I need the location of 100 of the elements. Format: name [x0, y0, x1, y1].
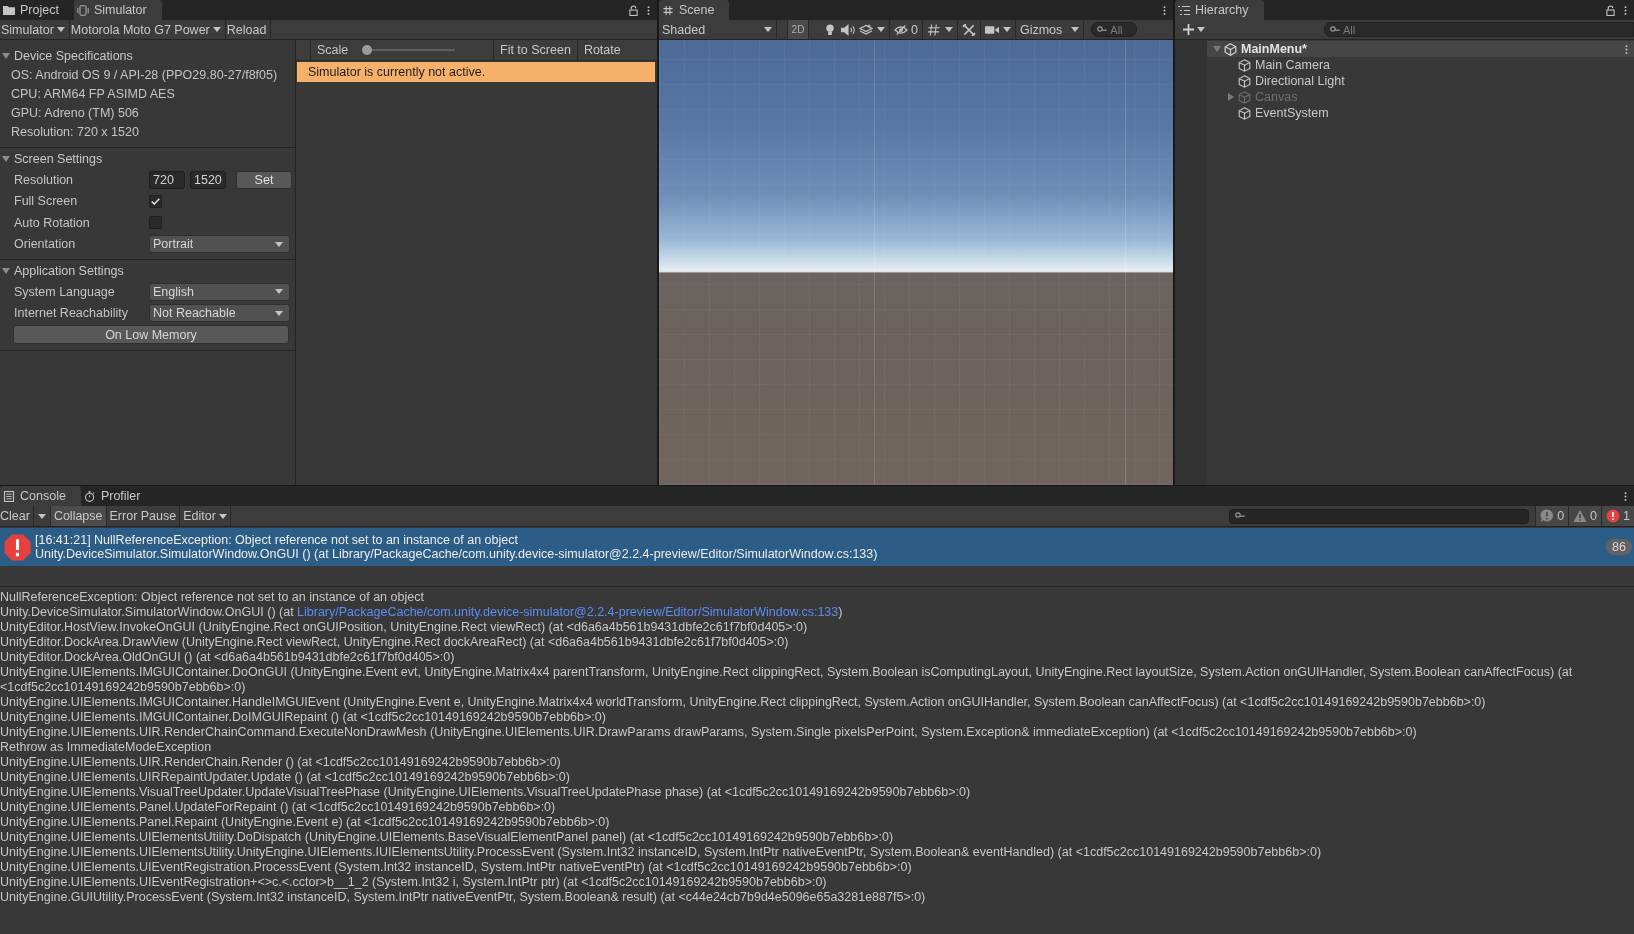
stack-trace-line: UnityEngine.UIElements.IMGUIContainer.HandleIMGUIEvent (UnityEngine.Event e, UnityEngine.Matrix4x4 worldTransform, UnityEngine.Rect clippingRect, System.Action onGUIHandler, System.Boolean canAffectFocus) (at <1cdf5c2cc10149169242b9590b7ebb6b>:0)	[0, 695, 1487, 710]
stack-trace-line: UnityEngine.UIElements.UIElementsUtility.UnityEngine.UIElements.IUIElementsUtility.ProcessEvent (System.Int32 instanceID, System.IntPtr nativeEventPtr, System.Boolean& eventHandled) (at <1cdf5c2cc10149169242b9590b7ebb6b>:0)	[0, 845, 1323, 860]
field-label: System Language	[14, 284, 116, 299]
checkmark-icon	[151, 197, 160, 205]
stack-trace-line: UnityEngine.UIElements.UIR.RenderChain.Render () (at <1cdf5c2cc10149169242b9590b7ebb6b>:0)	[0, 755, 562, 770]
caret-icon[interactable]	[1002, 27, 1011, 32]
caret-icon	[764, 27, 772, 32]
lock-icon[interactable]	[1606, 4, 1615, 16]
layers-icon[interactable]	[859, 23, 873, 36]
log-text: [16:41:21] NullReferenceException: Object reference not set to an instance of an object	[35, 533, 519, 547]
cube-icon	[1238, 58, 1251, 72]
panel-tab[interactable]: Console	[0, 486, 81, 506]
log-text: Unity.DeviceSimulator.SimulatorWindow.OnGUI () (at Library/PackageCache/com.unity.device-simulator@2.2.4-preview/Editor/SimulatorWindow.cs:133)	[35, 547, 879, 561]
clear-button[interactable]: Clear	[0, 506, 34, 526]
log-entry[interactable]	[0, 528, 1634, 566]
foldout-header[interactable]: Screen Settings	[0, 149, 295, 169]
set-button[interactable]: Set	[236, 170, 292, 189]
spec-text: Resolution: 720 x 1520	[10, 124, 140, 141]
kebab-menu-icon[interactable]	[1624, 4, 1627, 16]
warning-icon	[1573, 509, 1588, 523]
crossed-tools-icon[interactable]	[961, 23, 976, 36]
search-field[interactable]: All	[1324, 22, 1634, 37]
toolbar-button[interactable]: Fit to Screen	[493, 39, 577, 61]
kebab-menu-icon[interactable]	[1624, 490, 1627, 502]
folder-icon	[3, 4, 15, 16]
field-label: Orientation	[14, 237, 77, 252]
list-icon	[1178, 4, 1190, 16]
search-field[interactable]	[1229, 508, 1530, 524]
warning-counter[interactable]: 0	[1568, 506, 1602, 526]
dropdown[interactable]: English	[149, 282, 290, 301]
search-field[interactable]: All	[1091, 22, 1138, 37]
dropdown[interactable]: Portrait	[149, 235, 290, 254]
hierarchy-item[interactable]: EventSystem	[1255, 106, 1329, 120]
slider-thumb[interactable]	[362, 45, 372, 55]
caret-icon[interactable]	[877, 27, 885, 32]
height-field[interactable]: 1520	[190, 170, 226, 189]
hidden-objects-button[interactable]: 0	[890, 20, 923, 39]
caret-icon	[37, 513, 46, 519]
grid-icon[interactable]	[926, 23, 941, 36]
stack-trace-line: NullReferenceException: Object reference not set to an instance of an object	[0, 590, 425, 605]
stack-trace-line: Rethrow as ImmediateModeException	[0, 740, 213, 755]
mode-2d-button[interactable]: 2D	[787, 20, 809, 39]
info-counter[interactable]: 0	[1535, 506, 1569, 526]
speaker-icon[interactable]	[841, 23, 855, 36]
hierarchy-item[interactable]: Directional Light	[1255, 74, 1345, 88]
expand-arrow-icon[interactable]	[1227, 93, 1235, 101]
error-counter[interactable]: 1	[1601, 506, 1634, 526]
hierarchy-item[interactable]: MainMenu*	[1241, 42, 1625, 56]
kebab-menu-icon[interactable]	[1625, 43, 1628, 55]
stack-trace-line: UnityEngine.UIElements.UIEventRegistration.ProcessEvent (System.Int32 instanceID, System.IntPtr nativeEventPtr) (at <1cdf5c2cc10149169242b9590b7ebb6b>:0)	[0, 860, 913, 875]
scene-header-bar[interactable]: MainMenu*	[1207, 41, 1634, 57]
kebab-menu-icon[interactable]	[647, 4, 650, 16]
panel-tab[interactable]: Profiler	[80, 486, 156, 506]
stack-trace-line: UnityEditor.DockArea.OldOnGUI () (at <d6a6a4b561b9431dbfe2c61f7bf0d405>:0)	[0, 650, 456, 665]
search-icon	[1330, 25, 1340, 34]
caret-icon	[1071, 27, 1080, 32]
panel-tab[interactable]: Project	[0, 0, 74, 20]
hierarchy-item[interactable]: Main Camera	[1255, 58, 1331, 72]
toolbar-button[interactable]: Reload	[225, 20, 272, 39]
checkbox[interactable]	[149, 216, 162, 230]
field-label: Resolution	[14, 172, 75, 187]
stack-trace-line: UnityEngine.UIElements.Panel.Repaint (UnityEngine.Event e) (at <1cdf5c2cc10149169242b9590b7ebb6b>:0)	[0, 815, 611, 830]
toggle-button[interactable]: Collapse	[50, 506, 107, 526]
foldout-header[interactable]: Application Settings	[0, 261, 295, 281]
cube-icon	[1238, 74, 1251, 88]
width-field[interactable]: 720	[149, 170, 185, 189]
stack-trace-line: UnityEngine.UIElements.UIEventRegistration+<>c.<.cctor>b__1_2 (System.Int32 i, System.IntPtr ptr) (at <1cdf5c2cc10149169242b9590b7ebb6b>:0)	[0, 875, 828, 890]
cube-icon	[1224, 42, 1237, 56]
foldout-header[interactable]: Device Specifications	[0, 46, 295, 66]
file-link[interactable]: Library/PackageCache/com.unity.device-simulator@2.2.4-preview/Editor/SimulatorWindow.cs:133	[297, 605, 839, 619]
panel-tab[interactable]: Scene	[659, 0, 730, 20]
gizmos-dropdown[interactable]: Gizmos	[1015, 20, 1085, 39]
cube-icon	[1238, 90, 1251, 104]
field-label: Auto Rotation	[14, 215, 91, 230]
stack-trace-line: UnityEngine.UIElements.IMGUIContainer.DoOnGUI (UnityEngine.Event evt, UnityEngine.Matrix4x4 parentTransform, UnityEngine.Rect clippingRect, System.Boolean isComputingLayout, UnityEngine.Rect layoutSize, System.Action onGUIHandler, System.Boolean canAffectFocus) (at	[0, 665, 1574, 680]
panel-tab[interactable]: Hierarchy	[1175, 0, 1264, 20]
panel-tab[interactable]: Simulator	[73, 0, 162, 20]
action-button[interactable]: On Low Memory	[13, 325, 289, 345]
caret-icon	[218, 513, 227, 519]
stack-trace-line: UnityEngine.UIElements.IMGUIContainer.DoIMGUIRepaint () (at <1cdf5c2cc10149169242b9590b7ebb6b>:0)	[0, 710, 607, 725]
dropdown-button[interactable]: Motorola Moto G7 Power	[69, 20, 226, 39]
dropdown[interactable]: Not Reachable	[149, 304, 290, 323]
shading-dropdown[interactable]: Shaded	[660, 20, 777, 39]
field-label: Full Screen	[14, 194, 79, 209]
stack-trace-line: UnityEngine.UIElements.VisualTreeUpdater.UpdateVisualTreePhase (UnityEngine.UIElements.VisualTreeUpdatePhase phase) (at <1cdf5c2cc10149169242b9590b7ebb6b>:0)	[0, 785, 972, 800]
stopwatch-icon	[83, 490, 96, 502]
stack-trace-line: UnityEditor.HostView.InvokeOnGUI (UnityEngine.Rect onGUIPosition, UnityEngine.Rect viewRect) (at <d6a6a4b561b9431dbfe2c61f7bf0d405>:0)	[0, 620, 809, 635]
caret-icon[interactable]	[944, 27, 953, 32]
expand-arrow-icon	[2, 155, 10, 163]
toolbar-button[interactable]: Rotate	[576, 39, 627, 61]
lock-icon[interactable]	[629, 4, 638, 16]
lightbulb-icon[interactable]	[823, 23, 837, 36]
checkbox[interactable]	[149, 194, 162, 208]
stack-trace-line: UnityEngine.UIElements.UIR.RenderChainCommand.ExecuteNonDrawMesh (UnityEngine.UIElements.UIR.DrawParams drawParams, System.Single pixelsPerPoint, System.Exception& immediateException) (at <1cdf5c2cc10149169242b9590b7ebb6b>:0)	[0, 725, 1418, 740]
caret-icon	[1197, 27, 1205, 32]
kebab-menu-icon[interactable]	[1163, 4, 1166, 16]
caret-icon	[56, 27, 65, 32]
stack-trace-line: UnityEngine.GUIUtility.ProcessEvent (System.Int32 instanceID, System.IntPtr nativeEventPtr, System.Boolean& result) (at <c44e24cb7b9d4e5096e65a3281e887f5>:0)	[0, 890, 927, 905]
dropdown-button[interactable]: Simulator	[0, 20, 70, 39]
camera-icon[interactable]	[984, 23, 999, 36]
